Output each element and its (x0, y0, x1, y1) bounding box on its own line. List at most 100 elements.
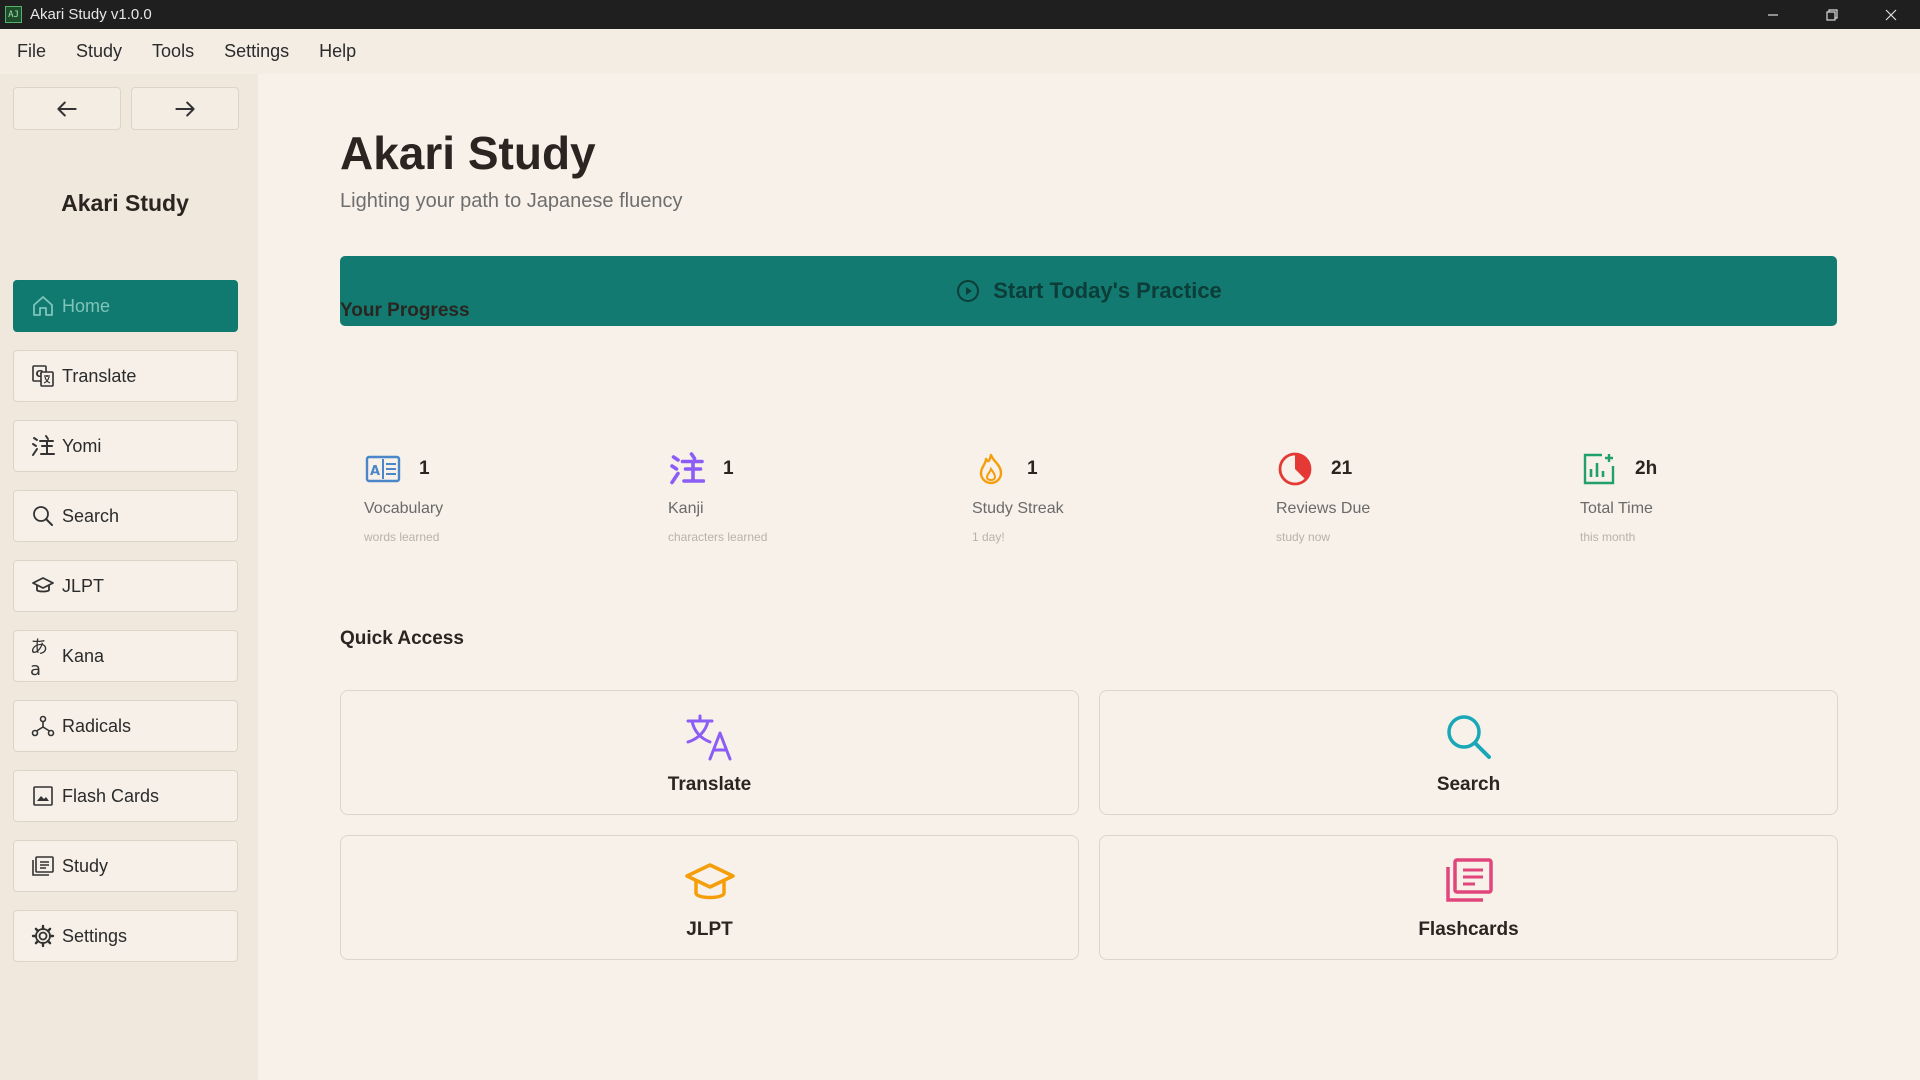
stat-sublabel: characters learned (668, 530, 768, 544)
sidebar-item-translate[interactable]: G Translate (13, 350, 238, 402)
stat-sublabel: 1 day! (972, 530, 1005, 544)
sidebar-item-label: Kana (62, 645, 105, 666)
stat-value: 1 (723, 458, 734, 479)
sidebar-item-search[interactable]: Search (13, 490, 238, 542)
menu-tools[interactable]: Tools (152, 41, 194, 62)
flashcards-icon (1100, 856, 1837, 906)
quick-access-translate[interactable]: Translate (340, 690, 1079, 815)
study-icon (30, 853, 56, 879)
kana-icon: あa (30, 636, 48, 680)
home-icon (30, 293, 56, 319)
stat-label: Total Time (1580, 500, 1653, 517)
stat-value: 1 (1027, 458, 1038, 479)
sidebar-item-label: Yomi (62, 435, 102, 456)
stat-value: 2h (1635, 458, 1658, 479)
stat-sublabel: this month (1580, 530, 1636, 544)
close-button[interactable] (1861, 0, 1920, 29)
history-nav (13, 87, 239, 130)
forward-button[interactable] (131, 87, 239, 130)
window-controls (1743, 0, 1920, 29)
window-title-bar: AJ Akari Study v1.0.0 (0, 0, 1920, 29)
kanji-icon (30, 433, 56, 459)
sidebar-item-label: Translate (62, 365, 137, 386)
start-practice-label: Start Today's Practice (993, 278, 1222, 303)
quick-access-jlpt[interactable]: JLPT (340, 835, 1079, 960)
menu-settings[interactable]: Settings (224, 41, 289, 62)
translate-icon (341, 711, 1078, 761)
graduation-cap-icon (30, 573, 56, 599)
back-button[interactable] (13, 87, 121, 130)
sidebar-item-study[interactable]: Study (13, 840, 238, 892)
sidebar-item-label: Search (62, 505, 120, 526)
sidebar-item-radicals[interactable]: Radicals (13, 700, 238, 752)
window-title: Akari Study v1.0.0 (30, 6, 152, 23)
stat-kanji: 1 Kanji characters learned (668, 450, 948, 560)
graduation-cap-icon (341, 856, 1078, 906)
stat-value: 1 (419, 458, 430, 479)
sidebar-item-label: JLPT (62, 575, 105, 596)
stat-sublabel: study now (1276, 530, 1331, 544)
menu-help[interactable]: Help (319, 41, 356, 62)
sidebar-item-kana[interactable]: あa Kana (13, 630, 238, 682)
sidebar-item-label: Flash Cards (62, 785, 160, 806)
sidebar-item-label: Home (62, 295, 111, 316)
sidebar-item-label: Radicals (62, 715, 132, 736)
bar-chart-icon (1580, 450, 1618, 488)
app-icon: AJ (5, 6, 22, 23)
translate-icon: G (30, 363, 56, 389)
sidebar: Akari Study Home G Translate Yomi Search… (0, 74, 258, 1080)
search-icon (1100, 711, 1837, 761)
quick-access-title: Quick Access (340, 628, 464, 649)
stat-vocabulary: A 1 Vocabulary words learned (364, 450, 644, 560)
play-circle-icon (955, 278, 981, 304)
sidebar-item-label: Study (62, 855, 109, 876)
stat-label: Study Streak (972, 500, 1064, 517)
menu-file[interactable]: File (17, 41, 46, 62)
stat-label: Vocabulary (364, 500, 444, 517)
quick-access-search[interactable]: Search (1099, 690, 1838, 815)
progress-stats: A 1 Vocabulary words learned 1 Kanji cha… (364, 450, 1864, 560)
pie-chart-icon (1276, 450, 1314, 488)
arrow-right-icon (175, 101, 195, 116)
close-icon (1885, 9, 1896, 20)
restore-icon (1825, 8, 1838, 21)
quick-access-label: JLPT (686, 919, 733, 940)
restore-button[interactable] (1802, 0, 1861, 29)
stat-value: 21 (1331, 458, 1353, 479)
quick-access-flashcards[interactable]: Flashcards (1099, 835, 1838, 960)
book-icon: A (364, 450, 402, 488)
page-title: Akari Study (340, 127, 596, 179)
stat-sublabel: words learned (364, 530, 440, 544)
stat-streak: 1 Study Streak 1 day! (972, 450, 1252, 560)
search-icon (30, 503, 56, 529)
sidebar-item-flash-cards[interactable]: Flash Cards (13, 770, 238, 822)
stat-total-time: 2h Total Time this month (1580, 450, 1860, 560)
kanji-icon (668, 450, 706, 488)
sidebar-brand: Akari Study (61, 190, 189, 216)
minimize-button[interactable] (1743, 0, 1802, 29)
arrow-left-icon (57, 101, 77, 116)
minimize-icon (1767, 13, 1778, 16)
image-card-icon (30, 783, 56, 809)
sidebar-item-label: Settings (62, 925, 128, 946)
quick-access-label: Search (1436, 774, 1501, 795)
menu-bar: File Study Tools Settings Help (0, 29, 1920, 74)
stat-label: Reviews Due (1276, 500, 1371, 517)
progress-section-title: Your Progress (340, 300, 470, 321)
sidebar-item-settings[interactable]: Settings (13, 910, 238, 962)
svg-text:A: A (370, 464, 380, 479)
gear-icon (30, 923, 56, 949)
sidebar-nav: Home G Translate Yomi Search JLPT あa Kan… (13, 280, 238, 980)
sidebar-item-home[interactable]: Home (13, 280, 238, 332)
page-subtitle: Lighting your path to Japanese fluency (340, 190, 683, 212)
start-practice-button[interactable]: Start Today's Practice (340, 256, 1837, 326)
stat-label: Kanji (668, 500, 704, 517)
menu-study[interactable]: Study (76, 41, 122, 62)
flame-icon (972, 450, 1010, 488)
sidebar-item-jlpt[interactable]: JLPT (13, 560, 238, 612)
quick-access-label: Flashcards (1418, 919, 1519, 940)
main-content: Akari Study Lighting your path to Japane… (258, 74, 1920, 1080)
sidebar-item-yomi[interactable]: Yomi (13, 420, 238, 472)
stat-reviews-due: 21 Reviews Due study now (1276, 450, 1556, 560)
quick-access-label: Translate (667, 774, 752, 795)
